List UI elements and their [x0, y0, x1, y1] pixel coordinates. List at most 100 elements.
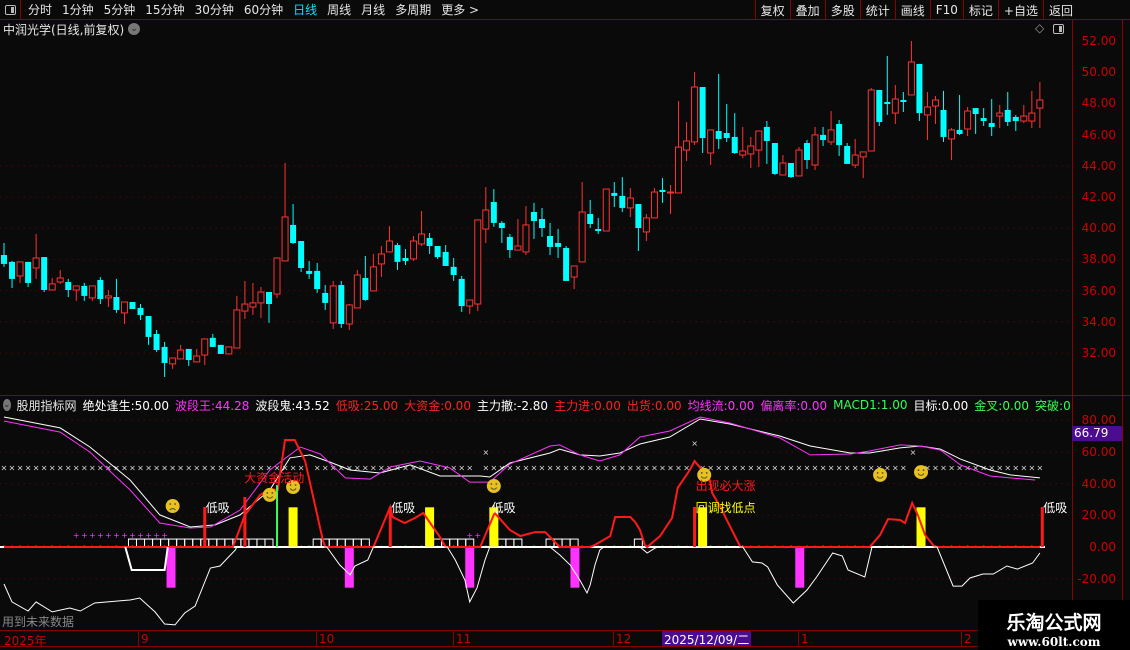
threshold-cross: × [97, 464, 104, 473]
candle-down [820, 126, 827, 146]
legend-item: 突破:0.00 [1035, 397, 1070, 413]
legend-value: 50.00 [134, 398, 169, 413]
candle-body [265, 292, 272, 305]
candle-body [844, 145, 851, 164]
face-circle [873, 467, 888, 482]
candle-body [169, 357, 177, 365]
candle-up [1020, 104, 1028, 124]
candle-up [755, 130, 763, 167]
candle-up [948, 128, 956, 161]
candle-up [120, 301, 128, 324]
candle-body [385, 240, 393, 253]
candle-body [426, 238, 433, 246]
candle-body [394, 245, 401, 262]
magenta-bar [166, 548, 176, 588]
candlestick-series [1, 41, 1044, 378]
candle-up [1036, 82, 1044, 129]
series-line [3, 546, 1041, 626]
sad-face-icon [165, 499, 180, 514]
candle-body [522, 224, 530, 253]
candle-body [1036, 99, 1044, 109]
candle-down [699, 87, 706, 154]
candle-down [539, 207, 546, 237]
candle-up [56, 270, 64, 284]
threshold-cross: × [33, 464, 40, 473]
candle-body [699, 87, 706, 139]
indicator-plot: × × × × × × × × × × × × × × × × × × × × × × × × × × × × × × × × × × × × × × × ×… [0, 416, 1072, 626]
candle-down [972, 108, 979, 134]
candle-body [876, 89, 883, 122]
candle-up [650, 187, 658, 219]
annotation-low-buy: 低吸 [1043, 501, 1068, 516]
candle-down [209, 333, 216, 347]
candle-up [514, 218, 522, 251]
candle-up [281, 162, 289, 262]
plus-mark: + [97, 531, 104, 540]
threshold-cross: × [370, 464, 377, 473]
candle-body [298, 240, 305, 268]
indicator-legend: ⌄ 股朋指标网 绝处逢生:50.00 波段王:44.28 波段鬼:43.52 低吸:2… [0, 397, 1070, 413]
candle-down [81, 282, 88, 301]
candle-down [506, 233, 513, 258]
legend-value: 0.00 [1063, 398, 1070, 413]
candle-down [498, 221, 505, 244]
candle-body [48, 283, 56, 291]
threshold-cross: × [555, 464, 562, 473]
indicator-menu-icon[interactable]: ⌄ [3, 399, 11, 411]
face-eye [881, 472, 884, 474]
price-tick-label: 44.00 [1081, 158, 1116, 173]
threshold-cross: × [121, 464, 128, 473]
threshold-cross: × [619, 464, 626, 473]
indicator-tick-label: 80.00 [1081, 413, 1116, 427]
threshold-cross: × [81, 464, 88, 473]
threshold-cross: × [234, 464, 241, 473]
candle-body [369, 266, 377, 292]
face-eye [700, 472, 703, 474]
threshold-cross: × [153, 464, 160, 473]
indicator-tick-label: 40.00 [1081, 476, 1116, 491]
legend-item: 主力撤:-2.80 [477, 397, 548, 413]
candle-down [611, 182, 618, 207]
year-label: 2025年 [4, 634, 47, 648]
threshold-cross: × [177, 464, 184, 473]
threshold-cross: × [940, 464, 947, 473]
candle-up [691, 72, 699, 146]
candle-body [539, 218, 546, 229]
candle-body [931, 99, 939, 107]
candle-body [859, 151, 867, 158]
plus-mark: + [121, 531, 128, 540]
threshold-cross: × [1004, 464, 1011, 473]
legend-item: 低吸:25.00 [336, 397, 398, 413]
legend-value: -2.80 [517, 398, 549, 413]
candle-body [996, 112, 1004, 117]
candle-body [1020, 115, 1028, 122]
candle-up [827, 111, 835, 146]
candle-down [338, 280, 345, 328]
legend-value: 25.00 [363, 398, 399, 413]
threshold-cross: × [755, 464, 762, 473]
candle-body [25, 261, 32, 283]
annotation-must-rise: 出现必大涨 [695, 479, 756, 494]
plus-mark: + [466, 531, 473, 540]
legend-item: 大资金:0.00 [404, 397, 471, 413]
candle-up [907, 41, 915, 96]
candle-body [547, 236, 554, 247]
threshold-cross: × [209, 464, 216, 473]
watermark-name: 乐淘公式网 [1006, 612, 1102, 634]
date-axis[interactable]: 2025年 9 10 11 12 2025/12/09/二 1 2 [0, 630, 978, 648]
candle-body [964, 110, 972, 130]
threshold-cross: × [57, 464, 64, 473]
legend-value: 0.00 [444, 398, 471, 413]
candle-up [851, 138, 859, 168]
threshold-cross: × [563, 464, 570, 473]
threshold-cross: × [1, 464, 8, 473]
candle-down [97, 277, 104, 305]
candle-up [72, 285, 80, 301]
chart-canvas[interactable]: × × × × × × × × × × × × × × × × × × × × × × × × × × × × × × × × × × × × × × × ×… [0, 0, 1072, 630]
legend-label: 波段鬼: [255, 398, 296, 413]
candle-up [385, 226, 393, 253]
legend-value: 44.28 [215, 398, 250, 413]
candle-body [281, 216, 289, 262]
legend-label: 低吸: [335, 398, 364, 413]
legend-label: 波段王: [174, 398, 216, 413]
